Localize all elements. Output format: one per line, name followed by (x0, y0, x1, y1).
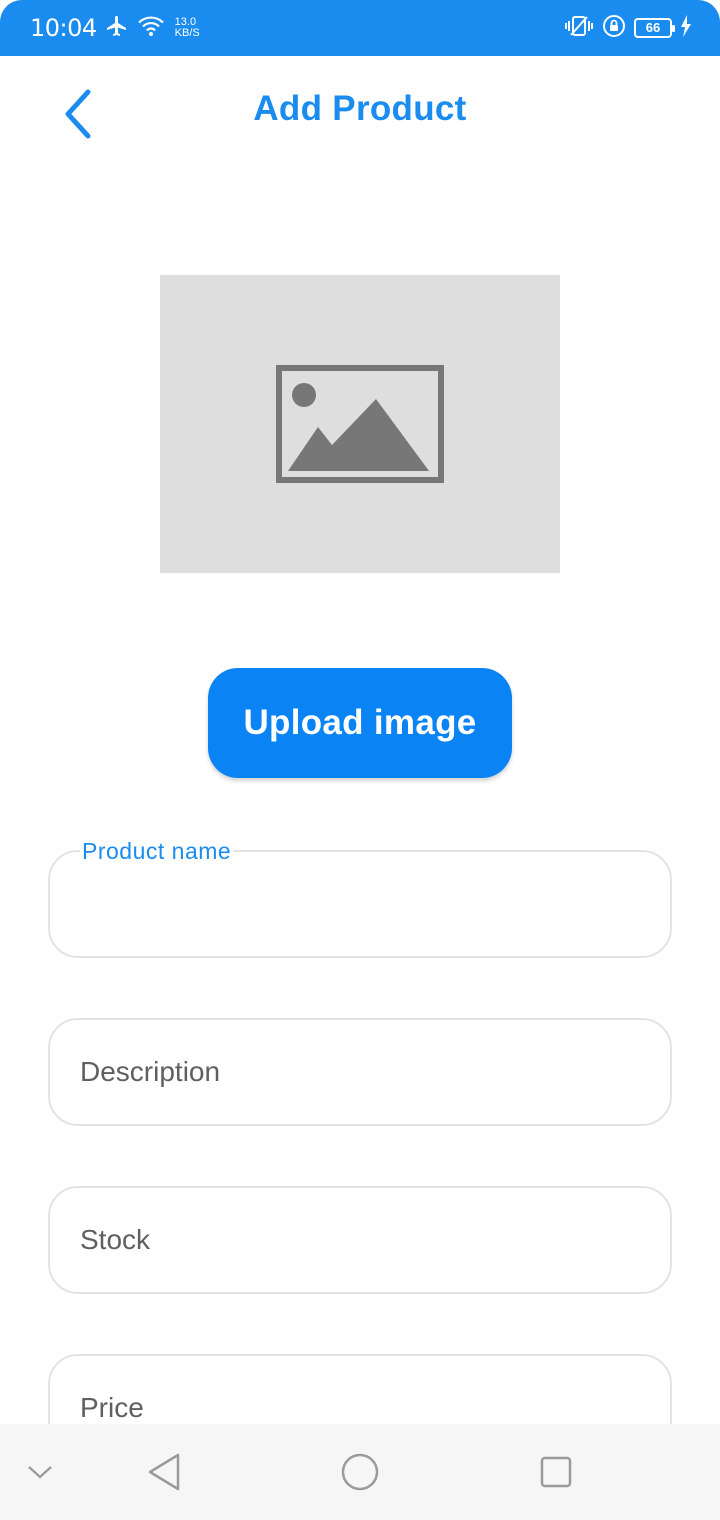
product-name-input[interactable] (80, 852, 640, 956)
nav-hide-button[interactable] (16, 1424, 64, 1520)
status-right: 66 (564, 0, 692, 56)
wifi-icon (137, 14, 165, 43)
status-time: 10:04 (30, 14, 97, 42)
nav-recents-button[interactable] (526, 1424, 586, 1520)
status-bar: 10:04 13.0 KB/S 66 (0, 0, 720, 56)
airplane-icon (105, 14, 129, 43)
description-field[interactable]: Description (48, 1018, 672, 1126)
system-nav-bar (0, 1424, 720, 1520)
status-left: 10:04 13.0 KB/S (30, 0, 200, 56)
back-triangle-icon (148, 1453, 180, 1491)
description-label: Description (80, 1056, 221, 1087)
price-label: Price (80, 1392, 144, 1423)
stock-field[interactable]: Stock (48, 1186, 672, 1294)
network-speed: 13.0 KB/S (175, 17, 200, 39)
product-name-field[interactable]: Product name (48, 838, 672, 958)
product-image-preview (160, 275, 560, 573)
vibrate-icon (564, 14, 594, 43)
recents-square-icon (540, 1456, 572, 1488)
upload-image-button[interactable]: Upload image (208, 668, 512, 778)
home-circle-icon (341, 1453, 379, 1491)
page-title: Add Product (253, 89, 467, 128)
nav-home-button[interactable] (330, 1424, 390, 1520)
battery-icon: 66 (634, 18, 675, 38)
chevron-down-icon (28, 1466, 52, 1479)
app-header: Add Product (0, 56, 720, 168)
lock-rotation-icon (602, 14, 626, 43)
speed-unit: KB/S (174, 27, 200, 39)
nav-back-button[interactable] (134, 1424, 194, 1520)
stock-label: Stock (80, 1224, 151, 1255)
image-placeholder-icon (276, 365, 444, 483)
charging-icon (680, 14, 692, 42)
